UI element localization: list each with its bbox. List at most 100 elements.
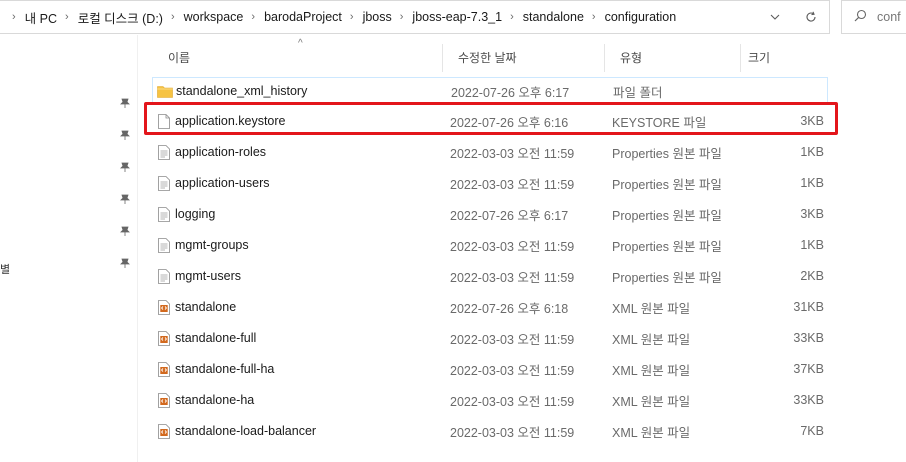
text-file-icon	[156, 263, 172, 289]
breadcrumb-separator-icon[interactable]: ›	[251, 11, 255, 23]
breadcrumb-separator-icon[interactable]: ›	[171, 11, 175, 23]
breadcrumb-separator-icon[interactable]: ›	[350, 11, 354, 23]
file-type: Properties 원본 파일	[612, 239, 722, 254]
text-file-icon	[156, 170, 172, 196]
breadcrumb-separator-icon[interactable]: ›	[592, 11, 596, 23]
file-size: 7KB	[800, 424, 824, 438]
pin-icon[interactable]	[118, 160, 132, 174]
file-type: Properties 원본 파일	[612, 208, 722, 223]
breadcrumb-item[interactable]: jboss-eap-7.3_1	[412, 10, 502, 24]
xml-file-icon	[156, 325, 172, 351]
file-row[interactable]: standalone_xml_history 2022-07-26 오후 6:17…	[152, 77, 828, 103]
file-size: 37KB	[793, 362, 824, 376]
file-row[interactable]: standalone-ha 2022-03-03 오전 11:59 XML 원본 파…	[152, 387, 828, 413]
file-name: application-users	[175, 176, 270, 190]
file-modified-date: 2022-07-26 오후 6:17	[450, 208, 569, 223]
file-row[interactable]: standalone-full 2022-03-03 오전 11:59 XML 원본…	[152, 325, 828, 351]
file-modified-date: 2022-03-03 오전 11:59	[450, 146, 575, 161]
file-modified-date: 2022-03-03 오전 11:59	[450, 239, 575, 254]
file-modified-date: 2022-03-03 오전 11:59	[450, 177, 575, 192]
breadcrumb-item[interactable]: barodaProject	[264, 10, 342, 24]
file-modified-date: 2022-03-03 오전 11:59	[450, 270, 575, 285]
breadcrumb-item[interactable]: standalone	[523, 10, 584, 24]
file-name: standalone-ha	[175, 393, 255, 407]
file-size: 31KB	[793, 300, 824, 314]
file-type: XML 원본 파일	[612, 332, 691, 347]
pin-icon[interactable]	[118, 224, 132, 238]
file-size: 1KB	[800, 176, 824, 190]
search-box[interactable]: conf	[841, 0, 906, 34]
pin-icon[interactable]	[118, 256, 132, 270]
file-modified-date: 2022-03-03 오전 11:59	[450, 394, 575, 409]
breadcrumb-item[interactable]: jboss	[363, 10, 392, 24]
breadcrumb-separator-icon[interactable]: ›	[12, 11, 16, 23]
file-row[interactable]: standalone-load-balancer 2022-03-03 오전 11…	[152, 418, 828, 444]
file-row[interactable]: mgmt-groups 2022-03-03 오전 11:59 Properties…	[152, 232, 828, 258]
annotation-highlight-box	[144, 102, 838, 135]
file-row[interactable]: application-roles 2022-03-03 오전 11:59 Prop…	[152, 139, 828, 165]
file-size: 1KB	[800, 238, 824, 252]
column-label: 수정한 날짜	[458, 50, 517, 65]
file-name: standalone	[175, 300, 237, 314]
file-modified-date: 2022-03-03 오전 11:59	[450, 332, 575, 347]
breadcrumb-item[interactable]: configuration	[605, 10, 677, 24]
file-name: application-roles	[175, 145, 267, 159]
breadcrumb-item[interactable]: workspace	[184, 10, 244, 24]
file-size: 1KB	[800, 145, 824, 159]
breadcrumb-item[interactable]: 로컬 디스크 (D:)	[78, 8, 163, 27]
file-row[interactable]: mgmt-users 2022-03-03 오전 11:59 Properties …	[152, 263, 828, 289]
xml-file-icon	[156, 294, 172, 320]
refresh-icon[interactable]	[793, 1, 829, 33]
column-header-date[interactable]: 수정한 날짜	[442, 40, 604, 74]
file-name: mgmt-groups	[175, 238, 249, 252]
column-header-type[interactable]: 유형	[604, 40, 740, 74]
file-modified-date: 2022-07-26 오후 6:18	[450, 301, 569, 316]
chevron-down-icon[interactable]	[757, 1, 793, 33]
navigation-pane: 별	[0, 35, 138, 462]
file-explorer-window: { "address": { "crumbs": ["내 PC", "로컬 디스…	[0, 0, 906, 462]
file-name: mgmt-users	[175, 269, 241, 283]
xml-file-icon	[156, 387, 172, 413]
file-type: Properties 원본 파일	[612, 270, 722, 285]
file-row[interactable]: standalone-full-ha 2022-03-03 오전 11:59 XML…	[152, 356, 828, 382]
breadcrumb-separator-icon[interactable]: ›	[400, 11, 404, 23]
pin-icon[interactable]	[118, 96, 132, 110]
breadcrumb-item[interactable]: 내 PC	[25, 8, 57, 27]
column-header-row: ^ 이름 수정한 날짜 유형 크기	[152, 38, 832, 74]
file-row[interactable]: logging 2022-07-26 오후 6:17 Properties 원본 파…	[152, 201, 828, 227]
file-type: XML 원본 파일	[612, 301, 691, 316]
file-name: logging	[175, 207, 216, 221]
file-size: 2KB	[800, 269, 824, 283]
search-icon	[854, 9, 867, 25]
file-type: XML 원본 파일	[612, 363, 691, 378]
breadcrumb-separator-icon[interactable]: ›	[65, 11, 69, 23]
file-row[interactable]: standalone 2022-07-26 오후 6:18 XML 원본 파일 31K…	[152, 294, 828, 320]
text-file-icon	[156, 139, 172, 165]
file-name: standalone-full-ha	[175, 362, 275, 376]
file-size: 33KB	[793, 331, 824, 345]
file-type: XML 원본 파일	[612, 425, 691, 440]
file-row[interactable]: application-users 2022-03-03 오전 11:59 Prop…	[152, 170, 828, 196]
column-label: 이름	[168, 50, 191, 65]
search-input[interactable]: conf	[877, 10, 901, 24]
column-header-size[interactable]: 크기	[732, 40, 832, 74]
column-label: 유형	[620, 50, 643, 65]
text-file-icon	[156, 201, 172, 227]
column-header-name[interactable]: 이름	[152, 40, 442, 74]
breadcrumb: › 내 PC › 로컬 디스크 (D:) › workspace › barodaProjec…	[0, 1, 676, 33]
folder-icon	[157, 78, 173, 104]
text-file-icon	[156, 232, 172, 258]
address-bar[interactable]: › 내 PC › 로컬 디스크 (D:) › workspace › barodaProjec…	[0, 0, 830, 34]
column-label: 크기	[748, 50, 771, 65]
xml-file-icon	[156, 418, 172, 444]
file-modified-date: 2022-03-03 오전 11:59	[450, 425, 575, 440]
breadcrumb-separator-icon[interactable]: ›	[510, 11, 514, 23]
file-name: standalone_xml_history	[176, 84, 308, 98]
nav-item-label[interactable]: 별	[0, 261, 10, 277]
file-size: 33KB	[793, 393, 824, 407]
pin-icon[interactable]	[118, 128, 132, 142]
file-name: standalone-full	[175, 331, 257, 345]
pin-icon[interactable]	[118, 192, 132, 206]
file-modified-date: 2022-03-03 오전 11:59	[450, 363, 575, 378]
file-type: XML 원본 파일	[612, 394, 691, 409]
